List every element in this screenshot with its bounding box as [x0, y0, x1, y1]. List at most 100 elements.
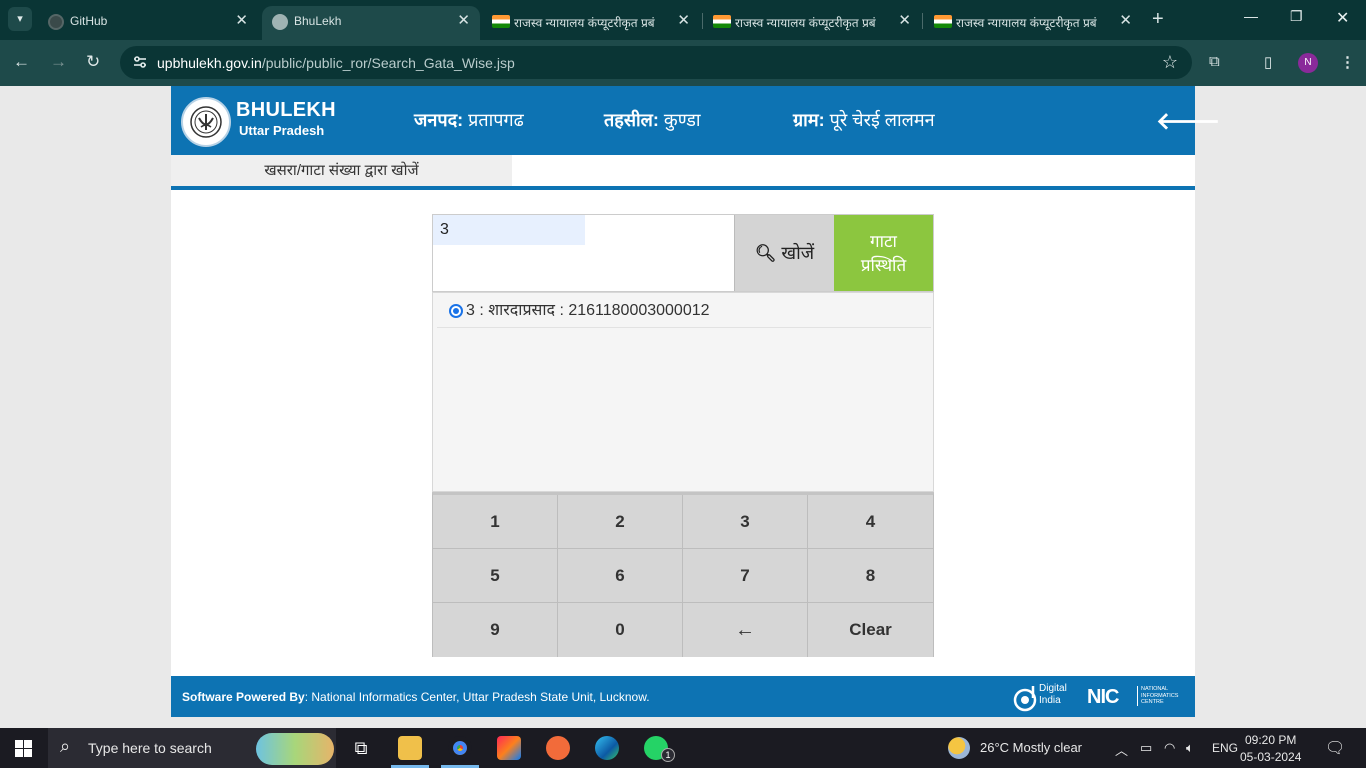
tab-bhulekh[interactable]: BhuLekh ✕ — [262, 6, 480, 40]
brand-title: BHULEKH — [236, 99, 336, 121]
search-button-label: खोजें — [781, 243, 815, 263]
digital-india-text: Digital India — [1039, 683, 1067, 707]
key-backspace-arrow-icon[interactable]: ← — [683, 603, 808, 657]
tab-search-by-khasra[interactable]: खसरा/गाटा संख्या द्वारा खोजें — [171, 155, 512, 186]
clock-time: 09:20 PM — [1245, 733, 1297, 747]
brand: BHULEKH Uttar Pradesh — [236, 99, 336, 138]
new-tab-plus-icon[interactable]: + — [1152, 8, 1164, 31]
key-1[interactable]: 1 — [433, 495, 558, 549]
url-host: upbhulekh.gov.in — [157, 55, 262, 71]
weather-moon-cloud-icon[interactable] — [948, 737, 970, 759]
url-path: /public/public_ror/Search_Gata_Wise.jsp — [261, 55, 515, 71]
chrome-icon[interactable] — [448, 736, 472, 760]
restore-icon[interactable]: ❐ — [1290, 8, 1303, 25]
gram-info: ग्राम: पूरे चेरई लालमन — [793, 108, 935, 132]
footer-credit: Software Powered By: National Informatic… — [182, 690, 650, 704]
janpad-label: जनपद: — [414, 110, 464, 130]
side-panel-icon[interactable]: ▯ — [1264, 53, 1272, 71]
tab-rajasv-3[interactable]: राजस्व न्यायालय कंप्यूटरीकृत प्रबं ✕ — [924, 6, 1142, 40]
janpad-value: प्रतापगढ — [468, 110, 524, 130]
menu-kebab-icon[interactable]: ⋮ — [1340, 53, 1355, 71]
address-bar[interactable]: upbhulekh.gov.in/public/public_ror/Searc… — [120, 46, 1192, 79]
close-icon[interactable]: ✕ — [1119, 11, 1132, 29]
taskbar-search[interactable]: ⌕ Type here to search — [48, 728, 336, 768]
taskbar-search-placeholder: Type here to search — [88, 740, 212, 756]
close-icon[interactable]: ✕ — [898, 11, 911, 29]
clock[interactable]: 09:20 PM 05-03-2024 — [1240, 732, 1301, 766]
key-6[interactable]: 6 — [558, 549, 683, 603]
key-5[interactable]: 5 — [433, 549, 558, 603]
gata-status-button[interactable]: गाटा प्रस्थिति — [834, 215, 933, 291]
tab-title: राजस्व न्यायालय कंप्यूटरीकृत प्रबं — [956, 16, 1097, 30]
wifi-icon[interactable]: ◠ — [1164, 740, 1175, 756]
postman-icon[interactable] — [546, 736, 570, 760]
profile-avatar[interactable]: N — [1298, 53, 1318, 73]
tab-search-chevron-icon[interactable]: ▾ — [8, 7, 32, 31]
battery-icon[interactable]: ▭ — [1140, 740, 1152, 756]
file-explorer-icon[interactable] — [398, 736, 422, 760]
key-7[interactable]: 7 — [683, 549, 808, 603]
tab-github[interactable]: GitHub ✕ — [38, 6, 258, 40]
minimize-icon[interactable]: — — [1244, 8, 1258, 24]
tehsil-info: तहसील: कुण्डा — [604, 108, 701, 132]
digital-india-line2: India — [1039, 695, 1061, 706]
up-emblem-logo — [181, 97, 231, 147]
url-text[interactable]: upbhulekh.gov.in/public/public_ror/Searc… — [157, 55, 515, 71]
key-2[interactable]: 2 — [558, 495, 683, 549]
reload-icon[interactable]: ↻ — [86, 52, 100, 72]
footer-powered-label: Software Powered By — [182, 690, 305, 704]
nic-logo: NIC — [1087, 686, 1119, 708]
browser-toolbar: ← → ↻ upbhulekh.gov.in/public/public_ror… — [0, 40, 1366, 86]
brand-subtitle: Uttar Pradesh — [239, 123, 325, 138]
search-highlight-image — [256, 733, 334, 765]
result-radio[interactable] — [449, 304, 463, 318]
numeric-keypad: 1 2 3 4 5 6 7 8 9 0 ← Clear — [432, 492, 934, 657]
back-icon[interactable]: ← — [13, 52, 30, 72]
window-close-icon[interactable]: ✕ — [1336, 8, 1349, 28]
site-header: BHULEKH Uttar Pradesh जनपद: प्रतापगढ तहस… — [171, 86, 1220, 155]
key-0[interactable]: 0 — [558, 603, 683, 657]
key-4[interactable]: 4 — [808, 495, 933, 549]
key-8[interactable]: 8 — [808, 549, 933, 603]
tab-rajasv-2[interactable]: राजस्व न्यायालय कंप्यूटरीकृत प्रबं ✕ — [703, 6, 921, 40]
forward-icon[interactable]: → — [50, 52, 67, 72]
bookmark-star-icon[interactable]: ☆ — [1162, 52, 1178, 73]
windows-start-icon[interactable] — [15, 740, 32, 757]
india-flag-icon — [934, 15, 952, 28]
search-icon: ⌕ — [60, 736, 71, 756]
result-list: 3 : शारदाप्रसाद : 2161180003000012 — [432, 292, 934, 492]
list-item[interactable]: 3 : शारदाप्रसाद : 2161180003000012 — [437, 296, 931, 328]
site-settings-icon[interactable] — [132, 54, 148, 70]
intellij-icon[interactable] — [497, 736, 521, 760]
tehsil-label: तहसील: — [604, 110, 659, 130]
whatsapp-badge: 1 — [661, 748, 675, 762]
footer-powered-text: : National Informatics Center, Uttar Pra… — [304, 690, 650, 704]
extensions-puzzle-icon[interactable]: ⧉ — [1209, 53, 1220, 70]
close-icon[interactable]: ✕ — [677, 11, 690, 29]
tehsil-value: कुण्डा — [663, 110, 701, 130]
key-9[interactable]: 9 — [433, 603, 558, 657]
tab-rajasv-1[interactable]: राजस्व न्यायालय कंप्यूटरीकृत प्रबं ✕ — [482, 6, 700, 40]
key-3[interactable]: 3 — [683, 495, 808, 549]
task-view-icon[interactable]: ⧉ — [349, 736, 373, 760]
gata-status-line1: गाटा — [870, 232, 897, 251]
digital-india-line1: Digital — [1039, 683, 1067, 694]
weather-text[interactable]: 26°C Mostly clear — [980, 740, 1082, 755]
clock-date: 05-03-2024 — [1240, 750, 1302, 764]
gata-number-input[interactable] — [433, 215, 585, 245]
volume-icon[interactable]: 🔈︎ — [1186, 740, 1194, 756]
notifications-icon[interactable]: 🗨︎ — [1325, 738, 1345, 758]
gram-label: ग्राम: — [793, 110, 825, 130]
show-hidden-icons-chevron-icon[interactable]: ︿ — [1115, 740, 1128, 759]
search-box: 🔍︎ खोजें गाटा प्रस्थिति — [432, 214, 934, 292]
key-clear[interactable]: Clear — [808, 603, 933, 657]
back-arrow-icon[interactable]: 🡐 — [1156, 106, 1220, 136]
edge-icon[interactable] — [595, 736, 619, 760]
search-button[interactable]: 🔍︎ खोजें — [734, 215, 834, 291]
search-icon: 🔍︎ — [754, 244, 777, 263]
tab-title: राजस्व न्यायालय कंप्यूटरीकृत प्रबं — [735, 16, 876, 30]
close-icon[interactable]: ✕ — [235, 11, 248, 29]
tab-title: BhuLekh — [294, 14, 342, 28]
close-icon[interactable]: ✕ — [457, 11, 470, 29]
language-indicator[interactable]: ENG — [1212, 741, 1238, 755]
